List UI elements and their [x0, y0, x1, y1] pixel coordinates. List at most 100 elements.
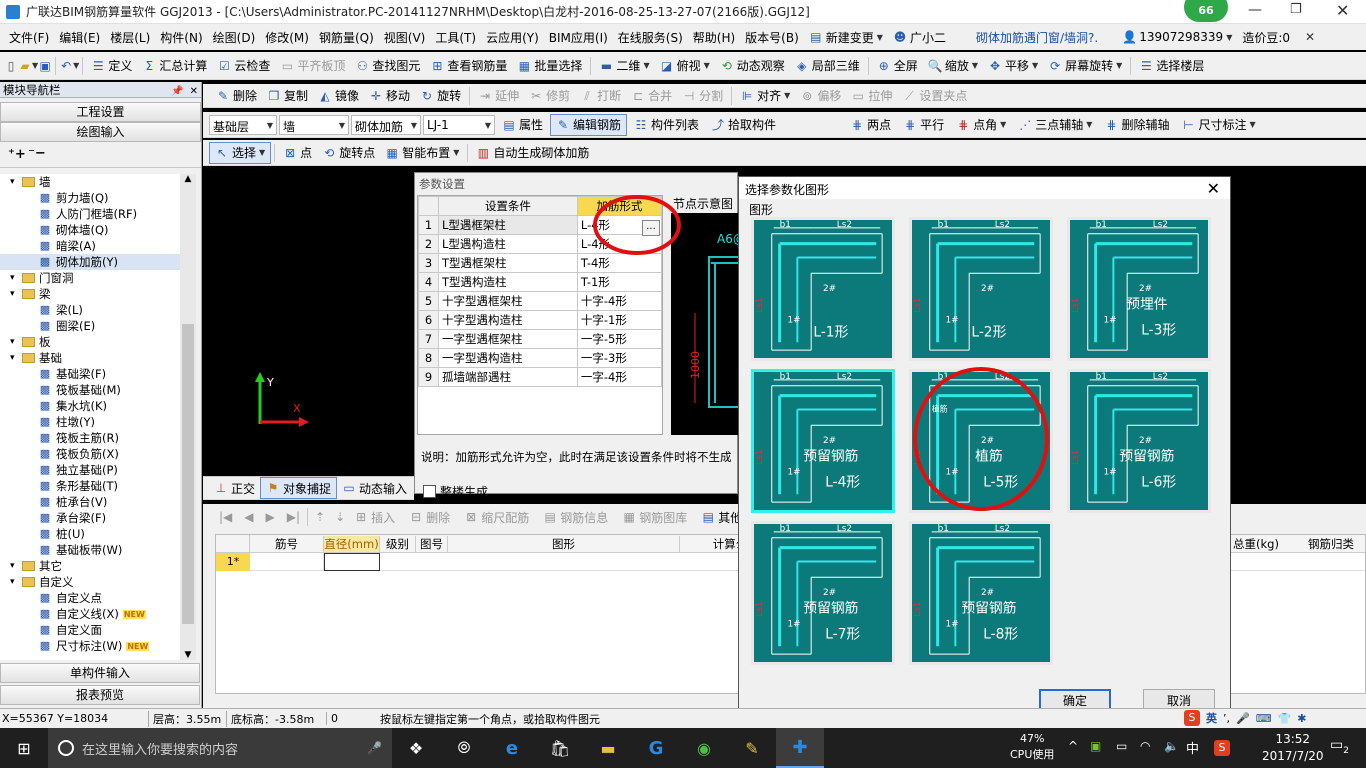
tree-scrollbar[interactable]: ▲ ▼: [180, 174, 196, 660]
notes-app-icon[interactable]: ✎: [728, 739, 776, 758]
merge-button[interactable]: ⊏ 合并: [626, 85, 677, 107]
find-element-button[interactable]: ⚇ 查找图元: [350, 55, 425, 77]
batch-select-button[interactable]: ▦ 批量选择: [512, 55, 587, 77]
tree-item[interactable]: ▩ 条形基础(T): [0, 478, 180, 494]
open-folder-icon[interactable]: ▰: [18, 59, 32, 73]
table-row[interactable]: 4 T型遇构造柱 T-1形: [418, 272, 663, 292]
insert-row-button[interactable]: ⊞ 插入: [349, 506, 400, 528]
offset-button[interactable]: ⊚ 偏移: [795, 85, 846, 107]
break-button[interactable]: ⫽ 打断: [575, 85, 626, 107]
ime-taskbar[interactable]: 中: [1186, 738, 1199, 757]
component-list-button[interactable]: ☷ 构件列表: [629, 114, 704, 136]
report-preview-button[interactable]: 报表预览: [0, 685, 200, 705]
tree-folder[interactable]: ▾ 基础: [0, 350, 180, 366]
copy-button[interactable]: ❐ 复制: [262, 85, 313, 107]
split-button[interactable]: ⊣ 分割: [677, 85, 728, 107]
condition-cell[interactable]: L型遇框架柱: [438, 215, 578, 235]
menu-rebar[interactable]: 钢筋量(Q): [314, 26, 379, 48]
fullscreen-button[interactable]: ⊕ 全屏: [872, 55, 923, 77]
tree-item[interactable]: ▩ 自定义线(X) NEW: [0, 606, 180, 622]
view-rebar-qty-button[interactable]: ⊞ 查看钢筋量: [425, 55, 512, 77]
maximize-button[interactable]: ❐: [1290, 2, 1302, 17]
whole-building-checkbox[interactable]: 整楼生成: [423, 483, 488, 500]
condition-cell[interactable]: T型遇框架柱: [438, 253, 578, 273]
single-component-input-button[interactable]: 单构件输入: [0, 663, 200, 683]
menu-view[interactable]: 视图(V): [379, 26, 431, 48]
menu-edit[interactable]: 编辑(E): [54, 26, 105, 48]
shape-tile[interactable]: b1 Ls2 2# 1# Ls1 预埋件 L-3形: [1067, 217, 1211, 361]
clock[interactable]: 13:52 2017/7/20: [1262, 731, 1324, 765]
select-floor-button[interactable]: ☰ 选择楼层: [1134, 55, 1209, 77]
subtype-select[interactable]: 砌体加筋 ▼: [351, 114, 421, 135]
checkbox-box[interactable]: [423, 485, 436, 498]
delete-axis-button[interactable]: ⋕ 删除辅轴: [1099, 114, 1174, 136]
pan-dropdown[interactable]: ✥ 平移 ▼: [983, 55, 1043, 77]
notification-icon[interactable]: ▭2: [1330, 737, 1349, 756]
shape-tile[interactable]: b1 Ls2 2# 1# Ls1 L-2形: [909, 217, 1053, 361]
collapse-all-icon[interactable]: ⁻−: [28, 146, 46, 161]
expand-all-icon[interactable]: ⁺+: [8, 147, 26, 162]
local-3d-button[interactable]: ◈ 局部三维: [790, 55, 865, 77]
top-view-dropdown[interactable]: ◪ 俯视 ▼: [655, 55, 715, 77]
pin-icon[interactable]: 📌: [171, 86, 183, 97]
tree-item[interactable]: ▩ 砌体加筋(Y): [0, 254, 180, 270]
tree-item[interactable]: ▩ 自定义面: [0, 622, 180, 638]
scrollbar-thumb[interactable]: [182, 324, 194, 624]
set-grip-button[interactable]: ⟋ 设置夹点: [897, 85, 972, 107]
app-swirl-icon[interactable]: ⦾: [440, 738, 488, 758]
form-cell[interactable]: 一字-3形: [576, 348, 663, 368]
view-2d-dropdown[interactable]: ▬ 二维 ▼: [594, 55, 654, 77]
form-cell[interactable]: 一字-4形: [576, 367, 663, 387]
define-button[interactable]: ☰ 定义: [86, 55, 137, 77]
table-row[interactable]: 5 十字型遇框架柱 十字-4形: [418, 291, 663, 311]
auto-generate-button[interactable]: ▥ 自动生成砌体加筋: [471, 142, 594, 164]
store-icon[interactable]: 🛍: [536, 739, 584, 758]
point-angle-dropdown[interactable]: ⋕ 点角 ▼: [951, 114, 1011, 136]
tree-folder[interactable]: ▾ 自定义: [0, 574, 180, 590]
prev-record-icon[interactable]: ◀: [244, 510, 253, 524]
tree-item[interactable]: ▩ 尺寸标注(W) NEW: [0, 638, 180, 654]
glodon-app-icon[interactable]: G: [632, 738, 680, 759]
taskbar-search[interactable]: 在这里输入你要搜索的内容 🎤: [48, 728, 392, 768]
rotate-button[interactable]: ↻ 旋转: [415, 85, 466, 107]
drawing-input-button[interactable]: 绘图输入: [0, 122, 201, 142]
parallel-axis-button[interactable]: ⋕ 平行: [898, 114, 949, 136]
object-snap-button[interactable]: ⚑ 对象捕捉: [260, 477, 338, 499]
last-record-icon[interactable]: ▶|: [287, 510, 300, 524]
trim-button[interactable]: ✂ 修剪: [524, 85, 575, 107]
expand-arrow-icon[interactable]: ▾: [10, 273, 22, 283]
form-cell[interactable]: 十字-1形: [576, 310, 663, 330]
extend-button[interactable]: ⇥ 延伸: [473, 85, 524, 107]
menu-bim[interactable]: BIM应用(I): [544, 26, 613, 48]
ortho-button[interactable]: ⊥ 正交: [209, 477, 260, 499]
menu-component[interactable]: 构件(N): [155, 26, 207, 48]
next-record-icon[interactable]: ▶: [266, 510, 275, 524]
tree-item[interactable]: ▩ 自定义点: [0, 590, 180, 606]
table-row[interactable]: 9 孤墙端部遇柱 一字-4形: [418, 367, 663, 387]
rebar-library-button[interactable]: ▦ 钢筋图库: [617, 506, 692, 528]
menu-online[interactable]: 在线服务(S): [613, 26, 688, 48]
menu-floor[interactable]: 楼层(L): [105, 26, 155, 48]
edit-rebar-button[interactable]: ✎ 编辑钢筋: [550, 113, 628, 136]
tree-item[interactable]: ▩ 筏板主筋(R): [0, 430, 180, 446]
move-button[interactable]: ✛ 移动: [364, 85, 415, 107]
expand-arrow-icon[interactable]: ▾: [10, 561, 22, 571]
close-panel-icon[interactable]: ✕: [190, 86, 198, 97]
tree-item[interactable]: ▩ 桩承台(V): [0, 494, 180, 510]
condition-cell[interactable]: 十字型遇构造柱: [438, 310, 578, 330]
close-button[interactable]: ✕: [1336, 1, 1349, 20]
menu-cloud[interactable]: 云应用(Y): [481, 26, 544, 48]
ggj-app-icon[interactable]: ✚: [776, 728, 824, 768]
align-slab-top-button[interactable]: ▭ 平齐板顶: [275, 55, 350, 77]
wifi-icon[interactable]: ◠: [1140, 739, 1150, 753]
type-select[interactable]: 墙 ▼: [279, 114, 349, 135]
expand-arrow-icon[interactable]: ▾: [10, 353, 22, 363]
minimize-button[interactable]: —: [1248, 2, 1262, 18]
tree-folder[interactable]: ▾ 其它: [0, 558, 180, 574]
task-view-icon[interactable]: ❖: [392, 739, 440, 758]
question-link[interactable]: 砌体加筋遇门窗/墙洞?.: [971, 26, 1103, 48]
tree-item[interactable]: ▩ 剪力墙(Q): [0, 190, 180, 206]
tree-item[interactable]: ▩ 梁(L): [0, 302, 180, 318]
menu-assistant[interactable]: ☻ 广小二: [888, 26, 951, 48]
first-record-icon[interactable]: |◀: [219, 510, 232, 524]
